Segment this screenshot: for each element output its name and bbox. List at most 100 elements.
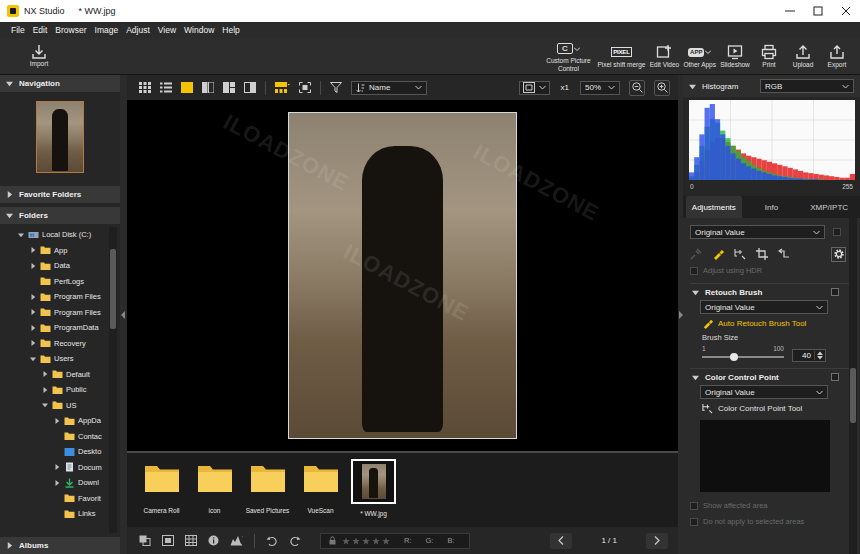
zoom-dropdown[interactable]: 50% [580, 81, 620, 95]
folder-tree-item[interactable]: Contac [0, 429, 109, 445]
sort-dropdown[interactable]: Name [351, 81, 427, 95]
folder-tree-item[interactable]: Downl [0, 475, 109, 491]
expand-arrow-icon[interactable] [30, 356, 36, 362]
slider-knob[interactable] [730, 353, 738, 361]
color-point-preset-dropdown[interactable]: Original Value [700, 385, 828, 399]
rotate-left-button[interactable] [266, 535, 278, 547]
toolbar-button[interactable]: Edit Video [647, 38, 681, 74]
folder-tree-item[interactable]: App [0, 243, 109, 259]
expand-arrow-icon[interactable] [42, 402, 48, 408]
filmstrip-item[interactable]: Saved Pictures [241, 459, 294, 514]
menu-item[interactable]: Edit [29, 25, 52, 35]
adjust-tool-button[interactable] [778, 248, 790, 260]
folders-header[interactable]: Folders [0, 207, 120, 224]
expand-arrow-icon[interactable] [42, 371, 48, 377]
preset-checkbox[interactable] [833, 228, 841, 236]
folder-tree-item[interactable]: Data [0, 258, 109, 274]
actual-size-button[interactable]: x1 [559, 83, 571, 92]
retouch-brush-header[interactable]: Retouch Brush [690, 283, 849, 300]
menu-item[interactable]: Help [218, 25, 243, 35]
minimize-button[interactable] [776, 0, 804, 22]
expand-arrow-icon[interactable] [30, 325, 36, 331]
adjust-tool-button[interactable] [734, 248, 746, 260]
view-mode-button[interactable] [181, 82, 193, 93]
folder-tree-item[interactable]: Local Disk (C:) [0, 227, 109, 243]
star-icon[interactable] [342, 537, 350, 545]
folder-tree-item[interactable]: Links [0, 506, 109, 522]
toolbar-button[interactable]: C Custom Picture Control [541, 38, 595, 74]
folder-tree-item[interactable]: AppDa [0, 413, 109, 429]
filmstrip-toggle-button[interactable] [275, 82, 290, 93]
view-mode-button[interactable] [139, 82, 151, 93]
rotate-right-button[interactable] [289, 535, 301, 547]
star-icon[interactable] [372, 537, 380, 545]
filter-button[interactable] [330, 82, 342, 93]
expand-arrow-icon[interactable] [54, 480, 60, 486]
hdr-checkbox[interactable] [690, 267, 698, 275]
adjust-tool-button[interactable] [712, 248, 724, 260]
star-icon[interactable] [362, 537, 370, 545]
expand-arrow-icon[interactable] [54, 464, 60, 470]
toolbar-button[interactable]: Upload [786, 38, 820, 74]
option-checkbox[interactable] [690, 518, 698, 526]
brush-size-slider[interactable] [702, 352, 784, 362]
expand-arrow-icon[interactable] [30, 263, 36, 269]
view-mode-button[interactable] [223, 82, 235, 93]
maximize-button[interactable] [804, 0, 832, 22]
color-point-option[interactable]: Do not apply to selected areas [690, 515, 841, 528]
folder-tree-item[interactable]: PerfLogs [0, 274, 109, 290]
settings-button[interactable] [831, 247, 846, 262]
adjust-tool-button[interactable] [690, 248, 702, 260]
folder-tree-item[interactable]: Program Files [0, 289, 109, 305]
histogram-button[interactable] [230, 535, 243, 546]
close-button[interactable] [832, 0, 860, 22]
info-button[interactable] [208, 535, 219, 546]
full-screen-button[interactable] [299, 82, 311, 93]
color-point-option[interactable]: Show affected area [690, 499, 841, 512]
menu-item[interactable]: File [7, 25, 29, 35]
section-enable-checkbox[interactable] [831, 288, 839, 296]
filmstrip-item[interactable]: Camera Roll [135, 459, 188, 514]
expand-arrow-icon[interactable] [42, 387, 48, 393]
brush-size-field[interactable]: 40 [792, 349, 826, 362]
filmstrip-item[interactable]: icon [188, 459, 241, 514]
option-checkbox[interactable] [690, 502, 698, 510]
star-icon[interactable] [382, 537, 390, 545]
menu-item[interactable]: Image [91, 25, 123, 35]
import-button[interactable]: Import [22, 38, 56, 74]
expand-arrow-icon[interactable] [30, 309, 36, 315]
folder-tree-item[interactable]: Docum [0, 460, 109, 476]
star-rating[interactable] [342, 537, 390, 545]
preset-dropdown[interactable]: Original Value [690, 225, 825, 239]
next-button[interactable] [646, 533, 668, 549]
color-control-point-header[interactable]: Color Control Point [690, 368, 849, 385]
stack-button[interactable] [139, 535, 151, 546]
left-panel-toggle[interactable] [120, 75, 127, 554]
tab[interactable]: Adjustments [686, 196, 742, 218]
tab[interactable]: XMP/IPTC [801, 196, 857, 218]
expand-arrow-icon[interactable] [30, 247, 36, 253]
zoom-out-button[interactable] [629, 80, 645, 96]
zoom-in-button[interactable] [654, 80, 670, 96]
menu-item[interactable]: Browser [51, 25, 90, 35]
compare-button[interactable] [162, 535, 174, 546]
folder-tree-item[interactable]: Default [0, 367, 109, 383]
toolbar-button[interactable]: Export [820, 38, 854, 74]
retouch-preset-dropdown[interactable]: Original Value [700, 300, 828, 314]
adjustments-scrollbar[interactable] [849, 218, 857, 554]
folder-scrollbar[interactable] [109, 227, 117, 533]
folder-tree-item[interactable]: ProgramData [0, 320, 109, 336]
table-view-button[interactable] [185, 535, 197, 546]
toolbar-button[interactable]: APP Other Apps [681, 38, 718, 74]
photo[interactable] [288, 112, 517, 439]
scrollbar-thumb[interactable] [850, 368, 856, 423]
view-mode-button[interactable] [244, 82, 256, 93]
filmstrip-item[interactable]: VueScan [294, 459, 347, 514]
section-enable-checkbox[interactable] [831, 373, 839, 381]
fit-dropdown[interactable] [519, 81, 550, 95]
folder-tree-item[interactable]: Program Files [0, 305, 109, 321]
expand-arrow-icon[interactable] [689, 83, 696, 90]
folder-tree-item[interactable]: Public [0, 382, 109, 398]
filmstrip-item[interactable]: * WW.jpg [347, 459, 400, 517]
folder-tree-item[interactable]: Users [0, 351, 109, 367]
